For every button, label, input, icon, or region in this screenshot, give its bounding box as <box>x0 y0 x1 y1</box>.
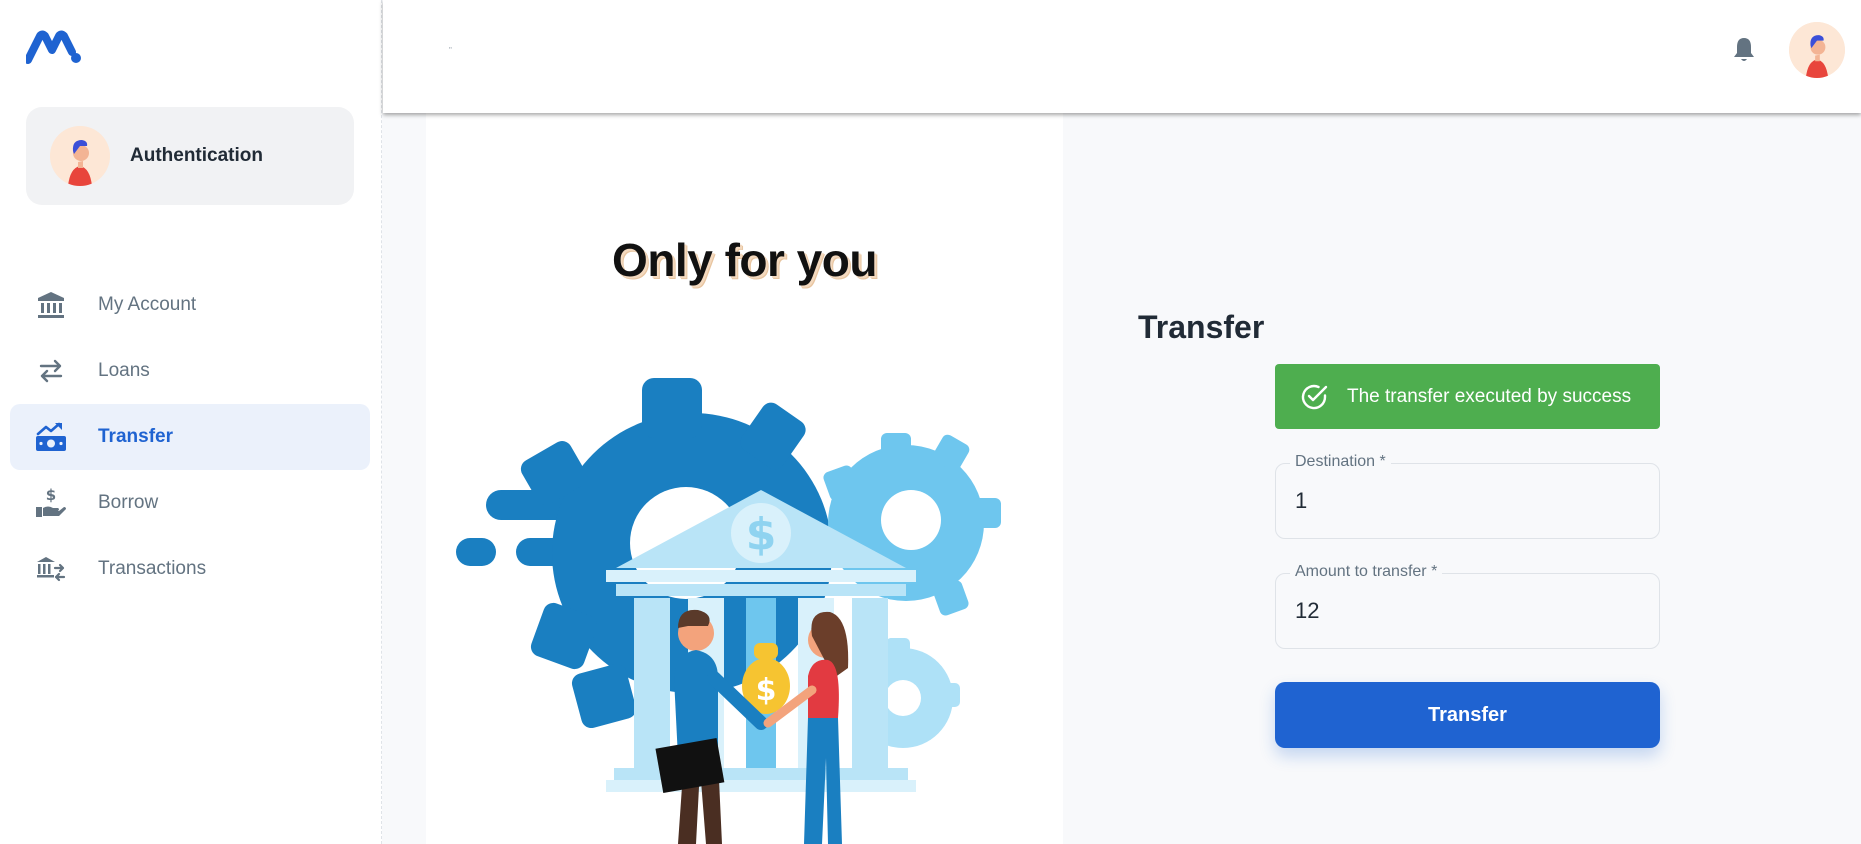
account-name: Authentication <box>130 145 263 166</box>
check-circle-icon <box>1299 382 1329 412</box>
sidebar-item-transfer[interactable]: Transfer <box>10 404 370 470</box>
amount-input[interactable] <box>1276 574 1659 648</box>
destination-field: Destination * <box>1275 453 1660 539</box>
sidebar-item-label: Borrow <box>98 492 159 513</box>
illustration-panel: Only for you $ $ <box>426 113 1063 844</box>
sidebar-item-label: Loans <box>98 360 150 381</box>
sidebar-item-label: My Account <box>98 294 197 315</box>
app-logo[interactable] <box>24 30 82 64</box>
sidebar-item-my-account[interactable]: My Account <box>10 272 370 338</box>
breadcrumb: " <box>449 46 452 55</box>
hand-dollar-icon: $ <box>32 484 70 522</box>
page-title: Transfer <box>1138 309 1265 345</box>
top-header: " <box>383 0 1861 113</box>
sidebar-item-transactions[interactable]: Transactions <box>10 536 370 602</box>
sidebar-item-loans[interactable]: Loans <box>10 338 370 404</box>
notification-bell-icon[interactable] <box>1731 36 1757 64</box>
sidebar: Authentication My Account Loans Transfer… <box>0 0 382 844</box>
destination-input[interactable] <box>1276 464 1659 538</box>
transfer-button[interactable]: Transfer <box>1275 682 1660 748</box>
svg-text:$: $ <box>746 509 777 560</box>
svg-text:$: $ <box>46 487 56 504</box>
bank-transfer-icon <box>32 550 70 588</box>
bank-icon <box>32 286 70 324</box>
sidebar-item-label: Transactions <box>98 558 207 579</box>
sidebar-item-label: Transfer <box>98 426 173 447</box>
amount-field: Amount to transfer * <box>1275 563 1660 649</box>
swap-arrows-icon <box>32 352 70 390</box>
sidebar-item-borrow[interactable]: $ Borrow <box>10 470 370 536</box>
sidebar-nav: My Account Loans Transfer $ Borrow Trans… <box>10 272 370 602</box>
bank-handshake-illustration: $ $ <box>456 378 1001 844</box>
avatar <box>50 126 110 186</box>
slogan-heading: Only for you <box>612 234 877 286</box>
alert-message: The transfer executed by success <box>1347 385 1632 407</box>
money-transfer-icon <box>32 418 70 456</box>
success-alert: The transfer executed by success <box>1275 364 1660 429</box>
user-avatar[interactable] <box>1789 22 1845 78</box>
svg-text:$: $ <box>756 673 777 708</box>
account-card[interactable]: Authentication <box>26 107 354 205</box>
